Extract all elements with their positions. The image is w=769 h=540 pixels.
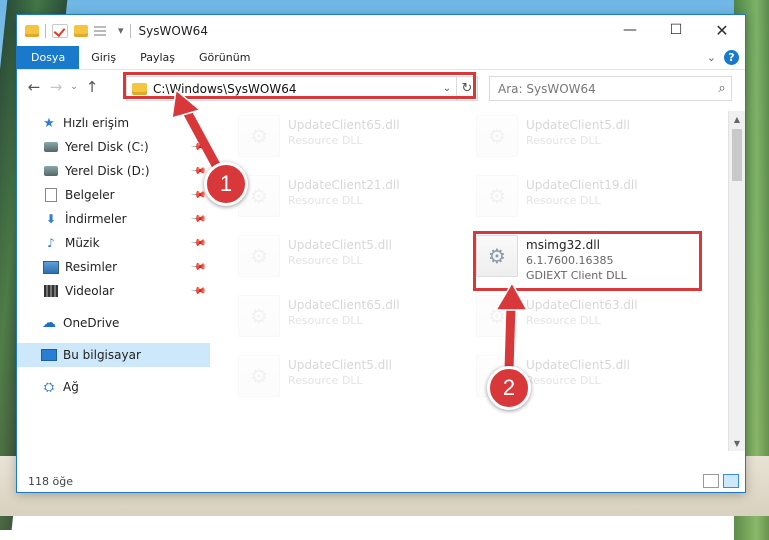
step-1-badge: 1 — [204, 162, 248, 206]
arrow-2 — [494, 281, 529, 375]
step-2-badge: 2 — [487, 366, 531, 410]
annotation-overlay — [171, 88, 529, 375]
